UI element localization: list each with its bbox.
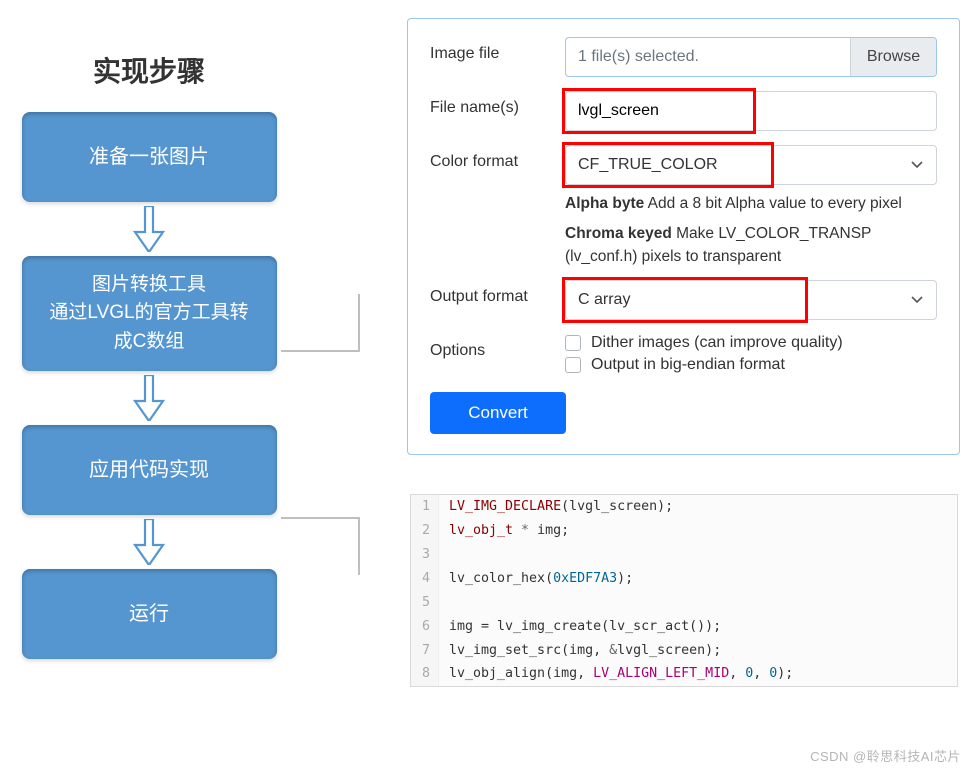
filename-input[interactable] [565,91,937,131]
label-image-file: Image file [430,37,565,63]
color-format-select[interactable]: CF_TRUE_COLOR [565,145,937,185]
select-value: CF_TRUE_COLOR [578,156,718,174]
connector-line [358,517,360,575]
label-output-format: Output format [430,280,565,306]
code-line: 8 lv_obj_align(img, LV_ALIGN_LEFT_MID, 0… [411,662,957,686]
output-format-select[interactable]: C array [565,280,937,320]
code-line: 1 LV_IMG_DECLARE(lvgl_screen); [411,495,957,519]
line-number: 4 [411,567,439,591]
line-number: 3 [411,543,439,567]
select-value: C array [578,291,630,309]
connector-line [281,350,358,352]
flowchart-column: 实现步骤 准备一张图片 图片转换工具 通过LVGL的官方工具转 成C数组 应用代… [18,50,280,659]
chevron-down-icon [910,293,924,307]
line-number: 2 [411,519,439,543]
label-color-format: Color format [430,145,565,171]
option-big-endian-label: Output in big-endian format [591,356,785,374]
flow-step-1: 准备一张图片 [22,112,277,202]
row-output-format: Output format C array [430,280,937,320]
flow-arrow-icon [131,206,167,252]
helper-text-chroma: Chroma keyed Make LV_COLOR_TRANSP (lv_co… [565,223,937,268]
flow-arrow-icon [131,375,167,421]
converter-form-panel: Image file 1 file(s) selected. Browse Fi… [407,18,960,455]
row-options: Options Dither images (can improve quali… [430,334,937,378]
connector-line [358,294,360,352]
convert-button[interactable]: Convert [430,392,566,434]
line-number: 7 [411,639,439,663]
row-color-format: Color format CF_TRUE_COLOR Alpha byte Ad… [430,145,937,268]
line-number: 6 [411,615,439,639]
checkbox-icon[interactable] [565,335,581,351]
flowchart-title: 实现步骤 [93,50,205,90]
row-file-name: File name(s) [430,91,937,131]
flow-step-2: 图片转换工具 通过LVGL的官方工具转 成C数组 [22,256,277,371]
label-options: Options [430,334,565,360]
row-image-file: Image file 1 file(s) selected. Browse [430,37,937,77]
label-file-name: File name(s) [430,91,565,117]
code-line: 2 lv_obj_t * img; [411,519,957,543]
checkbox-icon[interactable] [565,357,581,373]
flow-arrow-icon [131,519,167,565]
watermark-text: CSDN @聆思科技AI芯片 [810,746,961,765]
code-line: 7 lv_img_set_src(img, &lvgl_screen); [411,639,957,663]
option-dither-label: Dither images (can improve quality) [591,334,843,352]
code-line: 5 [411,591,957,615]
option-big-endian[interactable]: Output in big-endian format [565,356,937,374]
flow-step-4: 运行 [22,569,277,659]
option-dither[interactable]: Dither images (can improve quality) [565,334,937,352]
file-picker-text: 1 file(s) selected. [566,38,850,76]
code-line: 4 lv_color_hex(0xEDF7A3); [411,567,957,591]
line-number: 1 [411,495,439,519]
code-line: 3 [411,543,957,567]
browse-button[interactable]: Browse [850,38,936,76]
connector-line [281,517,358,519]
flow-step-3: 应用代码实现 [22,425,277,515]
chevron-down-icon [910,158,924,172]
code-panel: 1 LV_IMG_DECLARE(lvgl_screen); 2 lv_obj_… [410,494,958,687]
code-line: 6 img = lv_img_create(lv_scr_act()); [411,615,957,639]
line-number: 5 [411,591,439,615]
file-picker[interactable]: 1 file(s) selected. Browse [565,37,937,77]
helper-text-alpha: Alpha byte Add a 8 bit Alpha value to ev… [565,193,937,215]
line-number: 8 [411,662,439,686]
